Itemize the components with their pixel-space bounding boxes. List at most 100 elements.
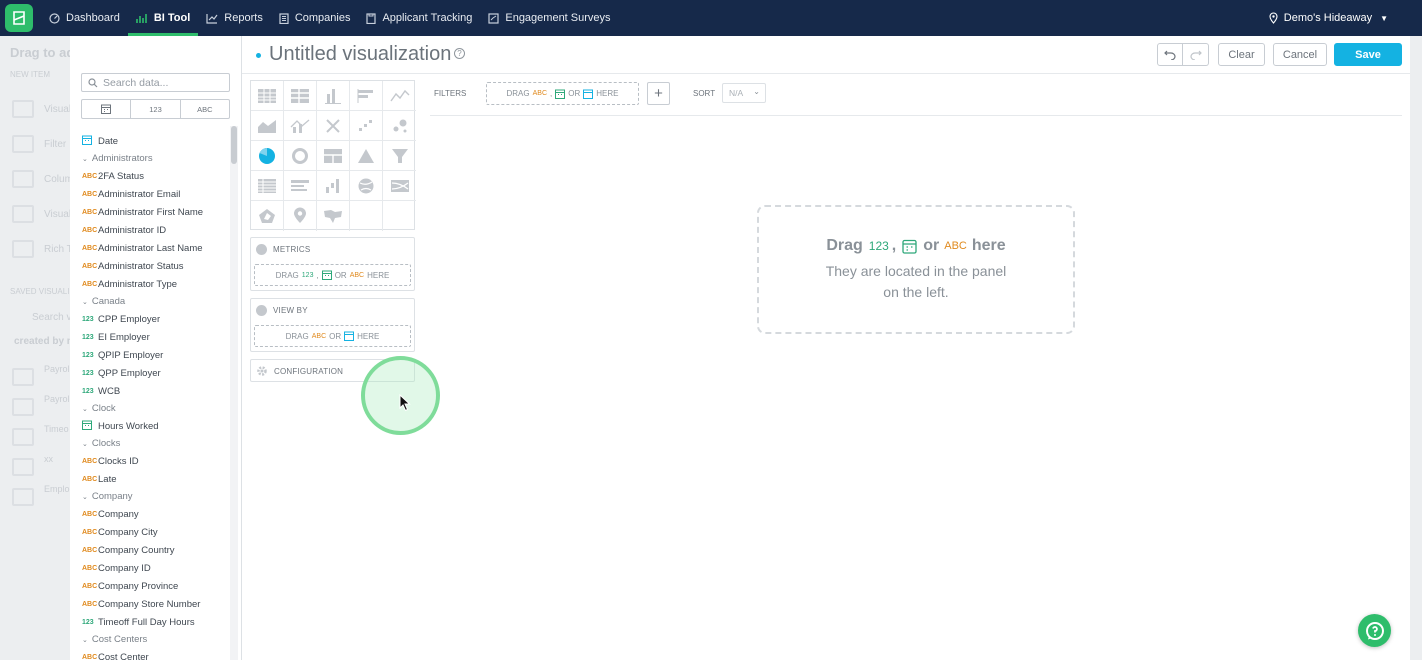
clear-button[interactable]: Clear xyxy=(1218,43,1265,66)
field-item[interactable]: Hours Worked xyxy=(82,417,227,435)
sankey-icon xyxy=(390,179,409,192)
field-group-header[interactable]: ⌄ Company xyxy=(82,488,227,505)
type-filter-text[interactable]: ABC xyxy=(181,100,229,118)
filters-dropzone[interactable]: DRAG ABC , OR HERE xyxy=(486,82,639,105)
nav-applicant-tracking[interactable]: Applicant Tracking xyxy=(358,0,480,36)
sort-select[interactable]: N/A ⌄ xyxy=(722,83,766,103)
chevron-down-icon: ⌄ xyxy=(82,493,88,501)
field-item[interactable]: 123 Timeoff Full Day Hours xyxy=(82,613,227,631)
field-item[interactable]: ABC Late xyxy=(82,470,227,488)
field-group-header[interactable]: ⌄ Clock xyxy=(82,400,227,417)
field-item[interactable]: ABC Company City xyxy=(82,523,227,541)
viz-type-treemap[interactable] xyxy=(317,141,350,171)
viz-type-bar[interactable] xyxy=(350,81,383,111)
plus-icon: + xyxy=(654,85,663,102)
nav-engagement-surveys[interactable]: Engagement Surveys xyxy=(480,0,618,36)
viz-type-pie[interactable] xyxy=(251,141,284,171)
field-group-header[interactable]: ⌄ Administrators xyxy=(82,150,227,167)
view-by-section: VIEW BY DRAG ABC OR HERE xyxy=(250,298,415,352)
field-item[interactable]: 123 QPIP Employer xyxy=(82,346,227,364)
field-item[interactable]: ABC Clocks ID xyxy=(82,452,227,470)
visualization-title[interactable]: Untitled visualization xyxy=(269,43,451,66)
viz-type-table[interactable] xyxy=(251,81,284,111)
type-filter-date[interactable] xyxy=(82,100,132,118)
viz-type-headline[interactable] xyxy=(284,171,317,201)
viz-type-pivot-table[interactable] xyxy=(284,81,317,111)
view-by-dropzone[interactable]: DRAG ABC OR HERE xyxy=(254,325,411,347)
field-group-header[interactable]: ⌄ Clocks xyxy=(82,435,227,452)
field-item[interactable]: Date xyxy=(82,132,227,150)
canvas-dropzone[interactable]: Drag 123 , or ABC here They are located … xyxy=(757,205,1075,334)
field-item[interactable]: ABC Administrator First Name xyxy=(82,203,227,221)
viz-type-radar[interactable] xyxy=(251,201,284,231)
field-item[interactable]: 123 QPP Employer xyxy=(82,364,227,382)
field-item[interactable]: ABC Administrator Last Name xyxy=(82,239,227,257)
viz-type-waterfall[interactable] xyxy=(317,171,350,201)
save-button[interactable]: Save xyxy=(1334,43,1402,66)
viz-type-combo[interactable] xyxy=(284,111,317,141)
viz-type-bullet[interactable] xyxy=(317,111,350,141)
field-item[interactable]: ABC 2FA Status xyxy=(82,167,227,185)
field-group-header[interactable]: ⌄ Canada xyxy=(82,293,227,310)
metrics-label: METRICS xyxy=(273,244,311,254)
nav-reports[interactable]: Reports xyxy=(198,0,271,36)
viz-type-geo[interactable] xyxy=(350,171,383,201)
bg-new-item: NEW ITEM xyxy=(10,70,50,79)
nav-dashboard[interactable]: Dashboard xyxy=(41,0,128,36)
viz-type-area[interactable] xyxy=(251,111,284,141)
field-item[interactable]: ABC Administrator Type xyxy=(82,275,227,293)
app-logo[interactable] xyxy=(5,4,33,32)
field-list-scrollbar[interactable] xyxy=(230,126,238,660)
field-item[interactable]: 123 CPP Employer xyxy=(82,310,227,328)
view-by-header: VIEW BY xyxy=(251,299,414,321)
attribute-field-icon: ABC xyxy=(82,475,98,483)
field-item[interactable]: ABC Administrator Status xyxy=(82,257,227,275)
location-selector[interactable]: Demo's Hideaway ▼ xyxy=(1269,0,1388,36)
field-item[interactable]: ABC Administrator Email xyxy=(82,185,227,203)
field-item[interactable]: 123 WCB xyxy=(82,382,227,400)
help-icon[interactable]: ? xyxy=(454,48,465,59)
scrollbar-thumb[interactable] xyxy=(231,126,237,164)
viz-type-region-map[interactable] xyxy=(317,201,350,231)
undo-button[interactable] xyxy=(1157,43,1183,66)
visualization-editor: 123 ABC Date⌄AdministratorsABC2FA Status… xyxy=(70,36,1410,660)
viz-type-bubble[interactable] xyxy=(383,111,416,141)
date-icon xyxy=(321,270,332,280)
field-item[interactable]: ABC Administrator ID xyxy=(82,221,227,239)
field-item[interactable]: ABC Cost Center xyxy=(82,648,227,660)
search-data-field[interactable] xyxy=(81,73,230,92)
canvas-or: or xyxy=(923,237,940,254)
metrics-dropzone[interactable]: DRAG 123 , OR ABC HERE xyxy=(254,264,411,286)
field-item[interactable]: ABC Company ID xyxy=(82,559,227,577)
viz-type-column[interactable] xyxy=(317,81,350,111)
search-icon xyxy=(88,77,98,87)
nav-bi-tool[interactable]: BI Tool xyxy=(127,0,199,36)
add-filter-button[interactable]: + xyxy=(647,82,670,105)
field-group-label: Company xyxy=(91,491,133,502)
field-item[interactable]: ABC Company Country xyxy=(82,541,227,559)
date-field-icon xyxy=(82,420,98,432)
type-filter-number[interactable]: 123 xyxy=(131,100,181,118)
date-icon xyxy=(902,239,917,254)
viz-type-scatter[interactable] xyxy=(350,111,383,141)
viz-type-funnel[interactable] xyxy=(383,141,416,171)
field-item[interactable]: ABC Company Store Number xyxy=(82,595,227,613)
nav-companies[interactable]: Companies xyxy=(271,0,359,36)
filters-drop-comma: , xyxy=(550,89,553,98)
bg-list-icon-4 xyxy=(12,488,34,506)
field-item[interactable]: 123 EI Employer xyxy=(82,328,227,346)
viz-type-pyramid[interactable] xyxy=(350,141,383,171)
attribute-field-icon: ABC xyxy=(82,528,98,536)
viz-type-heatmap[interactable] xyxy=(251,171,284,201)
help-chat-button[interactable] xyxy=(1358,614,1391,647)
viz-type-donut[interactable] xyxy=(284,141,317,171)
field-group-header[interactable]: ⌄ Cost Centers xyxy=(82,631,227,648)
field-item[interactable]: ABC Company Province xyxy=(82,577,227,595)
field-item[interactable]: ABC Company xyxy=(82,505,227,523)
cancel-button[interactable]: Cancel xyxy=(1273,43,1327,66)
search-data-input[interactable] xyxy=(103,76,221,89)
viz-type-pushpin[interactable] xyxy=(284,201,317,231)
redo-button[interactable] xyxy=(1183,43,1209,66)
viz-type-line[interactable] xyxy=(383,81,416,111)
viz-type-sankey[interactable] xyxy=(383,171,416,201)
